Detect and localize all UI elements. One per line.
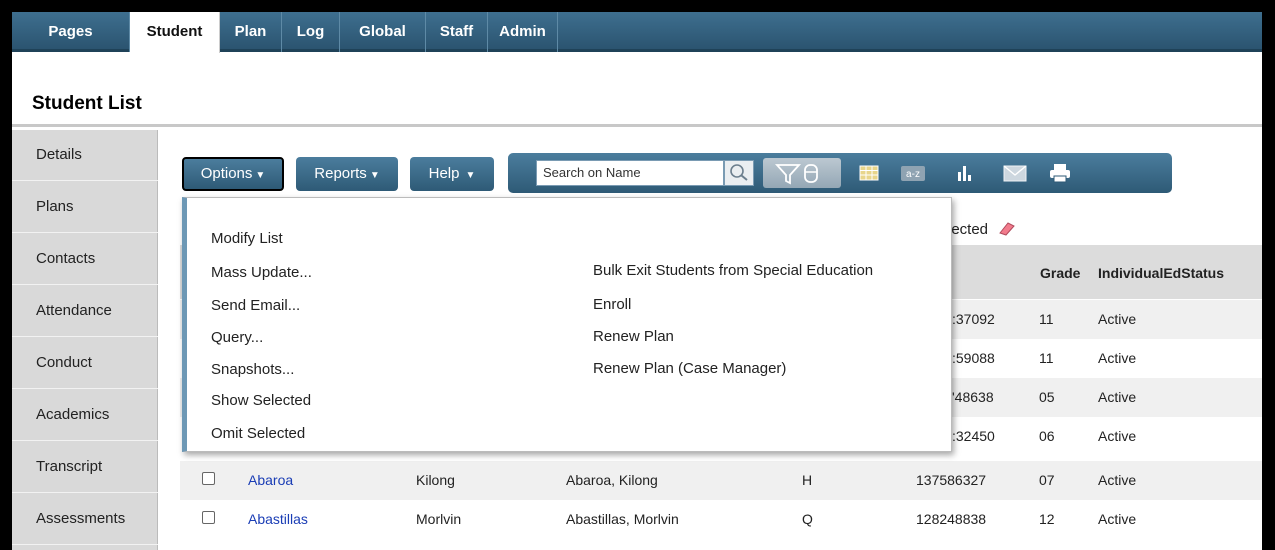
reports-label: Reports [314,165,367,182]
filter-icon [774,164,818,185]
sidebar-item-label: Contacts [36,250,96,267]
reports-button[interactable]: Reports ▼ [296,157,398,191]
bar-chart-icon[interactable] [954,162,976,184]
menu-item-renew-plan-case-manager[interactable]: Renew Plan (Case Manager) [593,360,786,377]
menu-item-mass-update[interactable]: Mass Update... [211,264,312,281]
tab-student[interactable]: Student [130,12,220,53]
eraser-icon[interactable] [996,220,1016,236]
sort-az-icon[interactable]: a-z [900,162,926,184]
top-navigation: Pages Student Plan Log Global Staff Admi… [12,12,1262,53]
help-label: Help [428,165,460,182]
student-id: :32450 [952,428,995,444]
print-icon[interactable] [1048,162,1072,184]
menu-item-snapshots[interactable]: Snapshots... [211,361,294,378]
header-individualedstatus[interactable]: IndividualEdStatus [1098,265,1224,281]
sidebar-item-academics[interactable]: Academics [12,390,158,441]
sidebar-item-contacts[interactable]: Contacts [12,234,158,285]
svg-text:a-z: a-z [906,169,920,180]
tab-staff[interactable]: Staff [426,12,488,52]
caret-down-icon: ▼ [255,170,266,181]
sidebar-item-assessments[interactable]: Assessments [12,494,158,545]
table-row[interactable]: Abastillas Morlvin Abastillas, Morlvin Q… [180,500,1262,539]
sidebar-item-details[interactable]: Details [12,130,158,181]
options-label: Options [200,165,253,182]
sidebar: Details Plans Contacts Attendance Conduc… [12,130,158,550]
filter-button[interactable] [763,158,841,188]
menu-item-enroll[interactable]: Enroll [593,296,631,313]
grade-cell: 07 [1039,472,1055,488]
table-icon[interactable] [858,162,880,184]
table-row[interactable]: Abaroa Kilong Abaroa, Kilong H 137586327… [180,461,1262,500]
selected-label: lected [948,221,989,238]
search-input[interactable]: Search on Name [536,160,724,186]
first-name-cell: Morlvin [416,511,462,527]
title-band: Student List [12,55,1262,127]
grade-cell: 06 [1039,428,1055,444]
help-button[interactable]: Help ▼ [410,157,494,191]
header-grade[interactable]: Grade [1040,265,1080,281]
search-button[interactable] [724,160,754,186]
tab-log[interactable]: Log [282,12,340,52]
tab-pages[interactable]: Pages [12,12,130,52]
student-id: :37092 [952,311,995,327]
last-name-link[interactable]: Abastillas [248,511,308,527]
caret-down-icon: ▼ [369,170,380,181]
student-id: 137586327 [916,472,987,488]
full-name-cell: Abastillas, Morlvin [566,511,679,527]
grade-cell: 12 [1039,511,1055,527]
tab-admin[interactable]: Admin [488,12,558,52]
status-cell: Active [1098,389,1137,405]
sidebar-item-transcript[interactable]: Transcript [12,442,158,493]
status-cell: Active [1098,511,1137,527]
last-name-link[interactable]: Abaroa [248,472,293,488]
first-name-cell: Kilong [416,472,455,488]
menu-item-send-email[interactable]: Send Email... [211,297,300,314]
menu-item-omit-selected[interactable]: Omit Selected [211,425,305,442]
sidebar-item-label: Conduct [36,354,92,371]
menu-item-modify-list[interactable]: Modify List [211,230,283,247]
page-title: Student List [32,93,142,114]
code-cell: Q [802,511,813,527]
menu-item-renew-plan[interactable]: Renew Plan [593,328,674,345]
mail-icon[interactable] [1002,162,1028,184]
menu-item-query[interactable]: Query... [211,329,263,346]
sidebar-item-plans[interactable]: Plans [12,182,158,233]
search-toolbar: Search on Name a-z [508,153,1172,193]
sidebar-item-attendance[interactable]: Attendance [12,286,158,337]
grade-cell: 11 [1039,311,1054,327]
status-cell: Active [1098,311,1137,327]
full-name-cell: Abaroa, Kilong [566,472,658,488]
status-cell: Active [1098,472,1137,488]
menu-item-bulk-exit[interactable]: Bulk Exit Students from Special Educatio… [593,262,873,279]
student-id: :59088 [952,350,995,366]
row-checkbox[interactable] [202,511,215,524]
grade-cell: 05 [1039,389,1055,405]
sidebar-item-label: Academics [36,406,110,423]
grade-cell: 11 [1039,350,1054,366]
selected-count-text: lected [948,220,1016,238]
student-id: '48638 [952,389,994,405]
student-id: 128248838 [916,511,987,527]
caret-down-icon: ▼ [465,170,476,181]
sidebar-item-label: Attendance [36,302,112,319]
sidebar-item-label: Plans [36,198,74,215]
search-icon [730,164,748,181]
sidebar-item-label: Details [36,146,82,163]
options-dropdown-menu: Modify List Mass Update... Send Email...… [182,197,952,452]
status-cell: Active [1098,350,1137,366]
status-cell: Active [1098,428,1137,444]
tab-global[interactable]: Global [340,12,426,52]
row-checkbox[interactable] [202,472,215,485]
code-cell: H [802,472,813,488]
sidebar-item-label: Transcript [36,458,103,475]
app-window: Pages Student Plan Log Global Staff Admi… [12,12,1262,550]
tab-plan[interactable]: Plan [220,12,282,52]
sidebar-item-label: Assessments [36,510,126,527]
sidebar-item-conduct[interactable]: Conduct [12,338,158,389]
options-button[interactable]: Options ▼ [182,157,284,191]
menu-item-show-selected[interactable]: Show Selected [211,392,311,409]
